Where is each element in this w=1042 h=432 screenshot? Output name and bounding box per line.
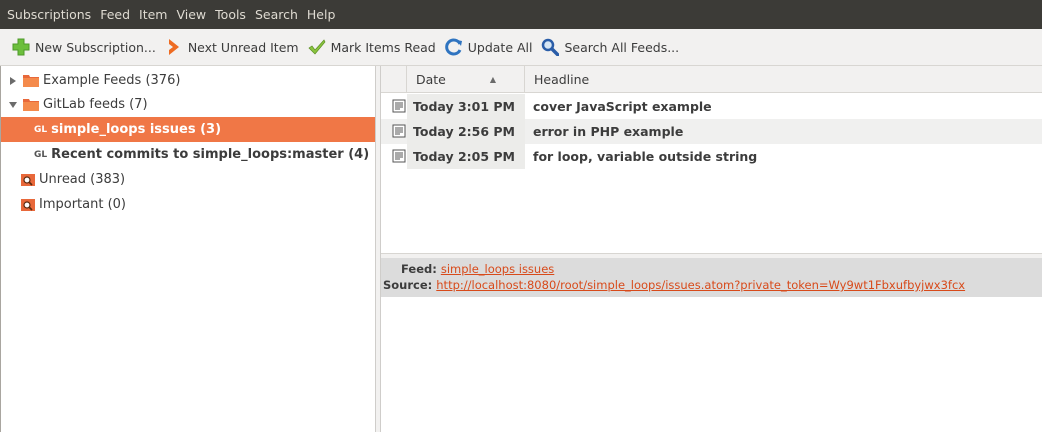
- tree-item-label: Important (0): [39, 197, 126, 212]
- column-header-state[interactable]: [381, 66, 407, 93]
- preview-header: Feed: simple_loops issues Source: http:/…: [381, 258, 1042, 297]
- list-item[interactable]: Today 2:56 PM error in PHP example: [381, 119, 1042, 144]
- tree-item-gitlab-feeds[interactable]: GitLab feeds (7): [1, 92, 376, 117]
- preview-feed-link[interactable]: simple_loops issues: [441, 262, 554, 276]
- feed-tree: Example Feeds (376) GitLab feeds (7) GL …: [0, 66, 376, 432]
- menu-search[interactable]: Search: [255, 7, 298, 22]
- item-headline: cover JavaScript example: [533, 99, 712, 114]
- new-subscription-label: New Subscription...: [35, 39, 156, 55]
- item-unread-icon: [392, 99, 406, 113]
- item-date: Today 3:01 PM: [407, 94, 525, 119]
- menu-feed[interactable]: Feed: [100, 7, 130, 22]
- column-header-date-label: Date: [416, 72, 446, 87]
- item-unread-icon: [392, 124, 406, 138]
- checkmark-icon: [307, 37, 327, 57]
- column-header-headline-label: Headline: [534, 72, 590, 87]
- menu-tools[interactable]: Tools: [215, 7, 246, 22]
- sort-ascending-icon: ▲: [489, 75, 497, 84]
- tree-item-example-feeds[interactable]: Example Feeds (376): [1, 68, 376, 93]
- menu-subscriptions[interactable]: Subscriptions: [7, 7, 91, 22]
- gitlab-favicon-icon: GL: [34, 149, 48, 160]
- folder-icon: [23, 99, 39, 111]
- tree-item-label: simple_loops issues (3): [51, 122, 222, 137]
- list-item[interactable]: Today 3:01 PM cover JavaScript example: [381, 94, 1042, 119]
- tree-item-label: GitLab feeds (7): [43, 97, 148, 112]
- item-date: Today 2:56 PM: [407, 119, 525, 144]
- update-all-label: Update All: [467, 39, 533, 55]
- preview-source-row: Source: http://localhost:8080/root/simpl…: [381, 277, 1042, 293]
- expander-collapsed-icon[interactable]: [7, 75, 19, 87]
- menu-item[interactable]: Item: [139, 7, 167, 22]
- search-folder-icon: [21, 198, 35, 211]
- mark-read-label: Mark Items Read: [330, 39, 436, 55]
- search-icon: [540, 37, 560, 57]
- item-unread-icon: [392, 149, 406, 163]
- item-list-header: Date ▲ Headline: [381, 66, 1042, 93]
- column-header-date[interactable]: Date ▲: [407, 66, 525, 93]
- menu-view[interactable]: View: [176, 7, 206, 22]
- preview-feed-label: Feed:: [401, 262, 437, 276]
- tree-item-unread[interactable]: Unread (383): [1, 167, 376, 192]
- item-headline: error in PHP example: [533, 124, 684, 139]
- search-folder-icon: [21, 173, 35, 186]
- chevron-right-icon: [164, 37, 184, 57]
- item-list: Date ▲ Headline Today 3:01 PM cover Java…: [381, 66, 1042, 253]
- toolbar: New Subscription... Next Unread Item Mar…: [0, 29, 1042, 66]
- item-preview: Feed: simple_loops issues Source: http:/…: [381, 258, 1042, 432]
- plus-icon: [11, 37, 31, 57]
- column-header-headline[interactable]: Headline: [525, 66, 589, 93]
- next-unread-label: Next Unread Item: [187, 39, 299, 55]
- new-subscription-button[interactable]: New Subscription...: [11, 37, 156, 57]
- tree-item-simple-loops-issues[interactable]: GL simple_loops issues (3): [1, 117, 376, 142]
- tree-item-label: Recent commits to simple_loops:master (4…: [51, 147, 370, 162]
- refresh-icon: [444, 37, 464, 57]
- menubar: Subscriptions Feed Item View Tools Searc…: [0, 0, 1042, 29]
- menu-help[interactable]: Help: [307, 7, 336, 22]
- mark-read-button[interactable]: Mark Items Read: [307, 37, 436, 57]
- preview-source-link[interactable]: http://localhost:8080/root/simple_loops/…: [436, 278, 965, 292]
- tree-item-important[interactable]: Important (0): [1, 192, 376, 217]
- tree-item-label: Example Feeds (376): [43, 73, 181, 88]
- folder-icon: [23, 75, 39, 87]
- search-all-label: Search All Feeds...: [564, 39, 680, 55]
- list-item[interactable]: Today 2:05 PM for loop, variable outside…: [381, 144, 1042, 169]
- update-all-button[interactable]: Update All: [444, 37, 533, 57]
- next-unread-button[interactable]: Next Unread Item: [164, 37, 299, 57]
- tree-item-label: Unread (383): [39, 172, 126, 187]
- tree-item-recent-commits[interactable]: GL Recent commits to simple_loops:master…: [1, 142, 376, 167]
- gitlab-favicon-icon: GL: [34, 124, 48, 135]
- expander-expanded-icon[interactable]: [7, 99, 19, 111]
- item-date: Today 2:05 PM: [407, 144, 525, 169]
- preview-feed-row: Feed: simple_loops issues: [381, 261, 1042, 277]
- preview-source-label: Source:: [383, 278, 433, 292]
- search-all-button[interactable]: Search All Feeds...: [540, 37, 679, 57]
- item-headline: for loop, variable outside string: [533, 149, 758, 164]
